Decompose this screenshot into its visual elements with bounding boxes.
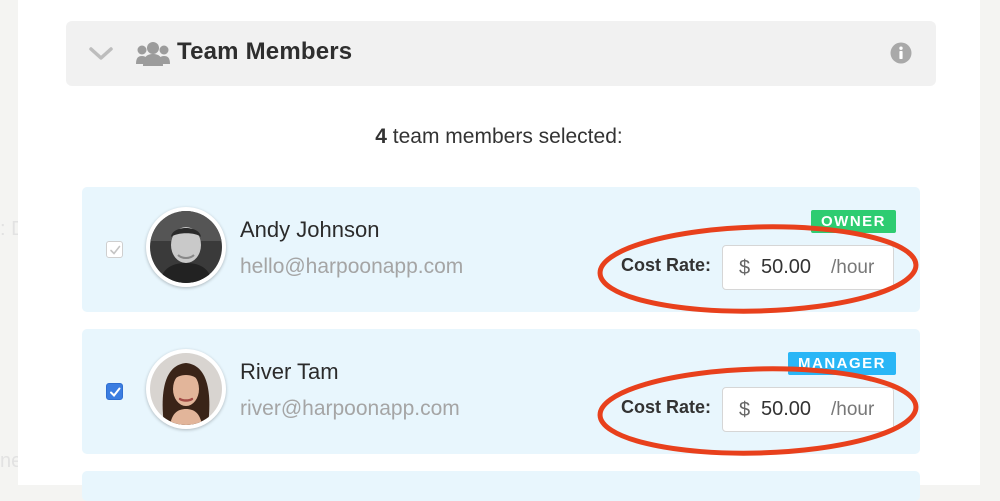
avatar [146, 207, 226, 287]
info-icon[interactable] [890, 42, 912, 64]
team-members-panel: Team Members 4 team members selected: An… [18, 0, 980, 501]
check-icon [110, 387, 121, 398]
member-name: Andy Johnson [240, 217, 380, 242]
section-title: Team Members [177, 38, 353, 65]
cost-rate-field: $ /hour [722, 245, 894, 290]
chevron-down-icon[interactable] [88, 43, 114, 63]
currency-symbol: $ [739, 257, 751, 279]
team-members-section-header[interactable]: Team Members [66, 21, 936, 86]
cost-rate-input[interactable] [761, 396, 819, 422]
users-icon [136, 42, 170, 66]
selected-count: 4 [375, 125, 387, 148]
rate-unit: /hour [831, 257, 875, 278]
role-badge-manager: MANAGER [788, 352, 896, 375]
rate-unit: /hour [831, 399, 875, 420]
cost-rate-label: Cost Rate: [621, 397, 712, 417]
avatar-photo [150, 353, 222, 425]
member-card [82, 471, 920, 501]
cost-rate-label: Cost Rate: [621, 255, 712, 275]
selection-summary-text: team members selected: [386, 125, 623, 148]
member-card: Andy Johnson hello@harpoonapp.com OWNER … [82, 187, 920, 312]
check-icon [110, 245, 121, 255]
member-name: River Tam [240, 359, 339, 384]
currency-symbol: $ [739, 399, 751, 421]
member-email: hello@harpoonapp.com [240, 255, 464, 278]
role-badge-owner: OWNER [811, 210, 896, 233]
avatar-photo [150, 211, 222, 283]
cost-rate-input[interactable] [761, 254, 819, 280]
selection-summary: 4 team members selected: [18, 125, 980, 149]
avatar [146, 349, 226, 429]
cost-rate-field: $ /hour [722, 387, 894, 432]
member-checkbox[interactable] [106, 383, 123, 400]
member-card: River Tam river@harpoonapp.com MANAGER C… [82, 329, 920, 454]
member-email: river@harpoonapp.com [240, 397, 460, 420]
member-checkbox[interactable] [106, 241, 123, 258]
